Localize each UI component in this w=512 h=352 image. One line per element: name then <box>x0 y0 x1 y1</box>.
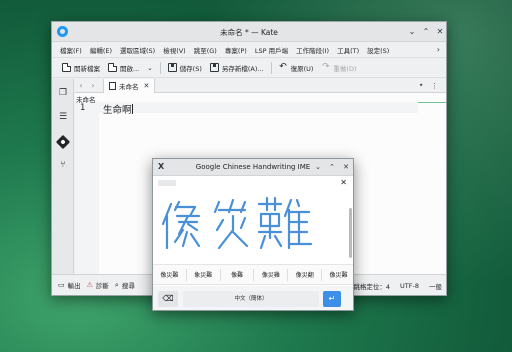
candidate-1[interactable]: 像災難 <box>153 270 186 279</box>
diagnostics-button[interactable]: ⚠ 診斷 <box>87 280 109 290</box>
close-button[interactable]: ✕ <box>434 26 446 38</box>
menu-bar: 檔案(F) 編輯(E) 選取區域(S) 檢視(V) 跳至(G) 專案(P) LS… <box>52 42 446 58</box>
undo-label: 復原(U) <box>290 64 314 73</box>
backspace-key[interactable]: ⌫ <box>158 291 178 307</box>
tab-label: 未命名 <box>119 82 139 91</box>
save-as-icon <box>209 63 219 72</box>
document-icon <box>109 81 116 90</box>
candidate-4[interactable]: 像災雞 <box>254 270 287 279</box>
ime-title-bar: X Google Chinese Handwriting IME ⌄ ⌃ ✕ <box>153 159 353 176</box>
open-recent-dropdown[interactable]: ⌄ <box>143 60 156 76</box>
output-label: 輸出 <box>67 282 81 290</box>
tab-close-icon[interactable]: ✕ <box>144 82 150 90</box>
language-space-key[interactable]: 中文（簡体） <box>183 291 319 307</box>
diagnostics-label: 診斷 <box>95 282 109 290</box>
redo-icon: ↷ <box>322 62 330 72</box>
ime-keypad: ⌫ 中文（簡体） ↵ <box>153 286 353 310</box>
new-file-button[interactable]: 開新檔案 <box>58 60 104 76</box>
line-ending[interactable]: 一般 <box>429 281 442 291</box>
warning-icon: ⚠ <box>86 281 93 289</box>
candidate-6[interactable]: 像災難 <box>322 270 353 279</box>
undo-button[interactable]: ↶ 復原(U) <box>275 60 318 76</box>
stroke <box>215 214 249 250</box>
minimize-button[interactable]: ⌄ <box>406 26 418 38</box>
menu-view[interactable]: 檢視(V) <box>159 45 190 55</box>
candidate-5[interactable]: 像災翻 <box>288 270 321 279</box>
main-toolbar: 開新檔案 開啟... ⌄ 儲存(S) 另存新檔(A)... ↶ 復原(U) ↷ … <box>52 58 446 78</box>
minimap-indicator <box>418 102 446 103</box>
menu-edit[interactable]: 編輯(E) <box>86 45 116 55</box>
line-text: 生命啊 <box>103 105 132 116</box>
ime-minimize-button[interactable]: ⌄ <box>313 162 323 172</box>
line-number: 1 <box>80 103 86 113</box>
output-button[interactable]: ▭ 輸出 <box>58 280 81 290</box>
maximize-button[interactable]: ⌃ <box>420 26 432 38</box>
menu-sessions[interactable]: 工作階段(I) <box>292 45 333 55</box>
search-button[interactable]: ⌕ 搜尋 <box>114 280 135 291</box>
tab-untitled[interactable]: 未命名 ✕ <box>103 78 156 93</box>
text-caret <box>131 104 133 114</box>
save-as-button[interactable]: 另存新檔(A)... <box>206 60 268 76</box>
search-icon: ⌕ <box>114 280 119 289</box>
enter-key[interactable]: ↵ <box>323 291 341 307</box>
tab-forward-icon[interactable]: › <box>87 81 99 90</box>
pin-icon[interactable]: ⭑ <box>419 81 423 90</box>
handwriting-canvas[interactable]: ✕ <box>153 176 353 264</box>
ime-maximize-button[interactable]: ⌃ <box>327 162 337 172</box>
stroke <box>213 198 247 214</box>
candidate-2[interactable]: 象災難 <box>187 270 220 279</box>
ime-title: Google Chinese Handwriting IME <box>195 163 311 171</box>
stroke <box>173 200 201 248</box>
toolbar-separator <box>159 61 161 74</box>
tab-back-icon[interactable]: ‹ <box>75 81 87 90</box>
new-file-label: 開新檔案 <box>74 64 100 73</box>
new-document-icon <box>62 63 71 72</box>
encoding[interactable]: UTF-8 <box>400 282 419 290</box>
documents-icon[interactable]: ❐ <box>57 87 69 99</box>
current-line-highlight <box>99 102 418 113</box>
menu-file[interactable]: 檔案(F) <box>56 45 86 55</box>
save-button[interactable]: 儲存(S) <box>164 60 206 76</box>
projects-icon[interactable]: ☰ <box>57 111 69 123</box>
line-number-gutter <box>75 101 99 276</box>
menu-settings[interactable]: 設定(S) <box>363 45 393 55</box>
document-label: 未命名 <box>76 96 96 104</box>
handwriting-strokes <box>161 196 313 250</box>
output-icon: ▭ <box>58 281 65 289</box>
save-label: 儲存(S) <box>179 64 202 73</box>
menu-tools[interactable]: 工具(T) <box>333 45 363 55</box>
menu-overflow-icon[interactable]: › <box>437 45 440 54</box>
open-button[interactable]: 開啟... <box>104 60 143 76</box>
menu-go[interactable]: 跳至(G) <box>190 45 221 55</box>
tab-menu-icon[interactable]: ⋮ <box>431 82 438 90</box>
undo-icon: ↶ <box>279 62 287 72</box>
redo-label: 重做(D) <box>333 64 357 73</box>
window-title: 未命名 * — Kate <box>220 28 278 37</box>
git-icon[interactable] <box>55 134 71 150</box>
tab-bar-actions: ⭑ ⋮ <box>419 81 446 90</box>
menu-project[interactable]: 專案(P) <box>221 45 251 55</box>
save-icon <box>167 63 177 72</box>
stroke <box>283 198 313 250</box>
open-document-icon <box>108 63 117 72</box>
menu-selection[interactable]: 選取區域(S) <box>116 45 159 55</box>
stroke <box>257 196 283 250</box>
menu-lsp-client[interactable]: LSP 用戶端 <box>251 45 292 55</box>
editor-line-1[interactable]: 生命啊 <box>103 102 133 116</box>
redo-button[interactable]: ↷ 重做(D) <box>317 60 360 76</box>
handwriting-ime-window: X Google Chinese Handwriting IME ⌄ ⌃ ✕ ✕… <box>152 158 354 311</box>
chevron-down-icon: ⌄ <box>147 63 153 72</box>
stroke <box>161 202 173 250</box>
title-bar: 未命名 * — Kate ⌄ ⌃ ✕ <box>52 22 446 42</box>
ime-close-button[interactable]: ✕ <box>341 162 351 172</box>
toolbar-separator <box>270 61 272 74</box>
candidate-bar: 像災難 象災難 像難 像災雞 像災翻 像災難 <box>153 264 353 285</box>
search-label: 搜尋 <box>121 282 135 290</box>
tab-bar: ‹ › 未命名 ✕ ⭑ ⋮ <box>75 78 446 93</box>
candidate-3[interactable]: 像難 <box>221 270 254 279</box>
symbols-icon[interactable]: ⑂ <box>57 159 69 171</box>
open-label: 開啟... <box>120 64 140 73</box>
left-sidebar: ❐ ☰ ⑂ <box>52 79 74 276</box>
save-as-label: 另存新檔(A)... <box>221 64 264 73</box>
